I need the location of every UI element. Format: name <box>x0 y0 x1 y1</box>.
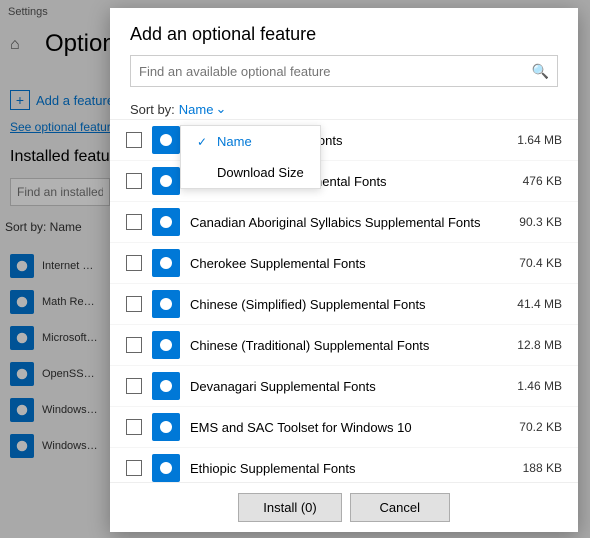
install-button[interactable]: Install (0) <box>238 493 341 522</box>
feature-list-item[interactable]: Ethiopic Supplemental Fonts 188 KB <box>110 448 578 482</box>
feature-size: 70.4 KB <box>519 256 562 270</box>
feature-checkbox[interactable] <box>126 132 142 148</box>
sortby-value: Name <box>179 102 214 117</box>
feature-list-item[interactable]: Chinese (Traditional) Supplemental Fonts… <box>110 325 578 366</box>
feature-icon <box>152 167 180 195</box>
feature-icon <box>152 372 180 400</box>
feature-icon <box>152 413 180 441</box>
feature-name: Cherokee Supplemental Fonts <box>190 256 509 271</box>
feature-name: EMS and SAC Toolset for Windows 10 <box>190 420 509 435</box>
dropdown-item-name[interactable]: ✓ Name <box>181 126 320 157</box>
modal-title: Add an optional feature <box>110 8 578 55</box>
feature-icon <box>152 290 180 318</box>
feature-icon <box>152 208 180 236</box>
cancel-button[interactable]: Cancel <box>350 493 450 522</box>
feature-checkbox[interactable] <box>126 337 142 353</box>
feature-name: Canadian Aboriginal Syllabics Supplement… <box>190 215 509 230</box>
feature-checkbox[interactable] <box>126 214 142 230</box>
feature-list-item[interactable]: Canadian Aboriginal Syllabics Supplement… <box>110 202 578 243</box>
feature-size: 1.46 MB <box>517 379 562 393</box>
feature-checkbox[interactable] <box>126 378 142 394</box>
feature-name: Chinese (Simplified) Supplemental Fonts <box>190 297 507 312</box>
feature-icon <box>152 331 180 359</box>
sortby-dropdown-menu: ✓ Name Download Size <box>180 125 321 189</box>
modal-sortby-row: Sort by: Name ⌄ ✓ Name Download Size <box>110 97 578 119</box>
feature-size: 70.2 KB <box>519 420 562 434</box>
checkmark-icon: ✓ <box>197 135 209 149</box>
feature-checkbox[interactable] <box>126 296 142 312</box>
feature-name: Devanagari Supplemental Fonts <box>190 379 507 394</box>
feature-icon <box>152 249 180 277</box>
feature-icon <box>152 454 180 482</box>
feature-icon <box>152 126 180 154</box>
feature-checkbox[interactable] <box>126 460 142 476</box>
feature-list-item[interactable]: Devanagari Supplemental Fonts 1.46 MB <box>110 366 578 407</box>
feature-list-item[interactable]: Cherokee Supplemental Fonts 70.4 KB <box>110 243 578 284</box>
feature-list-item[interactable]: EMS and SAC Toolset for Windows 10 70.2 … <box>110 407 578 448</box>
feature-size: 188 KB <box>523 461 562 475</box>
feature-size: 1.64 MB <box>517 133 562 147</box>
add-optional-feature-modal: Add an optional feature 🔍 Sort by: Name … <box>110 8 578 532</box>
feature-size: 41.4 MB <box>517 297 562 311</box>
feature-size: 12.8 MB <box>517 338 562 352</box>
modal-search-container[interactable]: 🔍 <box>130 55 558 87</box>
sortby-dropdown[interactable]: Name ⌄ <box>179 101 227 117</box>
dropdown-download-size-label: Download Size <box>217 165 304 180</box>
dropdown-item-download-size[interactable]: Download Size <box>181 157 320 188</box>
dropdown-name-label: Name <box>217 134 252 149</box>
feature-size: 476 KB <box>523 174 562 188</box>
feature-size: 90.3 KB <box>519 215 562 229</box>
modal-footer: Install (0) Cancel <box>110 482 578 532</box>
feature-checkbox[interactable] <box>126 419 142 435</box>
search-icon: 🔍 <box>524 63 557 80</box>
feature-checkbox[interactable] <box>126 255 142 271</box>
modal-search-input[interactable] <box>131 64 524 79</box>
feature-name: Chinese (Traditional) Supplemental Fonts <box>190 338 507 353</box>
feature-name: Ethiopic Supplemental Fonts <box>190 461 513 476</box>
feature-list-item[interactable]: Chinese (Simplified) Supplemental Fonts … <box>110 284 578 325</box>
sortby-prefix: Sort by: <box>130 102 175 117</box>
feature-checkbox[interactable] <box>126 173 142 189</box>
chevron-down-icon: ⌄ <box>215 101 226 117</box>
